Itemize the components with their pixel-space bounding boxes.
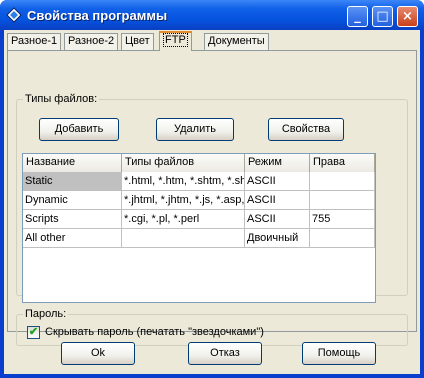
file-types-label: Типы файлов: [23, 93, 100, 105]
tab-ftp[interactable]: FTP [159, 31, 192, 51]
cell-mode[interactable]: Двоичный [245, 229, 310, 248]
table-row[interactable]: Static *.html, *.htm, *.shtm, *.shtml AS… [23, 172, 375, 191]
cancel-button[interactable]: Отказ [188, 342, 262, 365]
maximize-icon: □ [376, 9, 389, 24]
cell-name[interactable]: Static [23, 172, 122, 191]
maximize-button[interactable]: □ [372, 6, 393, 27]
cell-rights[interactable] [310, 191, 375, 210]
tab-label: Документы [208, 35, 265, 47]
tab-color[interactable]: Цвет [121, 33, 154, 50]
file-types-group: Типы файлов: Добавить Удалить Свойства Н… [16, 93, 408, 303]
cell-types[interactable]: *.jhtml, *.jhtm, *.js, *.asp, *. [122, 191, 245, 210]
tab-label: Цвет [125, 35, 150, 47]
cell-types[interactable]: *.cgi, *.pl, *.perl [122, 210, 245, 229]
dialog-client: Разное-1 Разное-2 Цвет FTP Документы Тип… [4, 30, 420, 374]
tab-misc-2[interactable]: Разное-2 [64, 33, 119, 50]
hide-password-label[interactable]: Скрывать пароль (печатать "звездочками") [45, 326, 264, 338]
properties-button[interactable]: Свойства [268, 118, 344, 141]
column-header-name[interactable]: Название [23, 154, 122, 172]
cell-types[interactable] [122, 229, 245, 248]
minimize-button[interactable]: _ [347, 6, 368, 27]
column-header-mode[interactable]: Режим [245, 154, 310, 172]
column-header-rights[interactable]: Права [310, 154, 375, 172]
password-label: Пароль: [23, 308, 69, 320]
hide-password-checkbox[interactable]: ✔ [27, 326, 40, 339]
cell-rights[interactable] [310, 229, 375, 248]
cell-rights[interactable] [310, 172, 375, 191]
add-button[interactable]: Добавить [39, 118, 119, 141]
cell-types[interactable]: *.html, *.htm, *.shtm, *.shtml [122, 172, 245, 191]
cell-rights[interactable]: 755 [310, 210, 375, 229]
ok-button[interactable]: Ok [61, 342, 135, 365]
tab-misc-1[interactable]: Разное-1 [7, 33, 62, 50]
column-header-types[interactable]: Типы файлов [122, 154, 245, 172]
app-icon [6, 7, 22, 23]
ftp-panel: Типы файлов: Добавить Удалить Свойства Н… [7, 50, 417, 346]
cell-mode[interactable]: ASCII [245, 191, 310, 210]
cell-name[interactable]: Dynamic [23, 191, 122, 210]
file-types-table[interactable]: Название Типы файлов Режим Права Static … [22, 153, 376, 303]
close-button[interactable]: × [397, 6, 418, 27]
tab-strip: Разное-1 Разное-2 Цвет FTP Документы [4, 30, 420, 51]
tab-label: FTP [163, 33, 188, 47]
delete-button[interactable]: Удалить [156, 118, 234, 141]
cell-mode[interactable]: ASCII [245, 210, 310, 229]
minimize-icon: _ [354, 9, 361, 24]
tab-label: Разное-1 [11, 35, 58, 47]
table-row[interactable]: All other Двоичный [23, 229, 375, 248]
title-bar[interactable]: Свойства программы _ □ × [0, 0, 424, 30]
tab-documents[interactable]: Документы [204, 33, 269, 50]
window-title: Свойства программы [27, 8, 168, 23]
properties-window: Свойства программы _ □ × Разное-1 Разное… [0, 0, 424, 378]
close-icon: × [402, 9, 413, 24]
table-row[interactable]: Scripts *.cgi, *.pl, *.perl ASCII 755 [23, 210, 375, 229]
cell-name[interactable]: All other [23, 229, 122, 248]
cell-mode[interactable]: ASCII [245, 172, 310, 191]
table-header: Название Типы файлов Режим Права [23, 154, 375, 172]
table-row[interactable]: Dynamic *.jhtml, *.jhtm, *.js, *.asp, *.… [23, 191, 375, 210]
tab-label: Разное-2 [68, 35, 115, 47]
cell-name[interactable]: Scripts [23, 210, 122, 229]
help-button[interactable]: Помощь [302, 342, 376, 365]
checkmark-icon: ✔ [28, 326, 39, 338]
